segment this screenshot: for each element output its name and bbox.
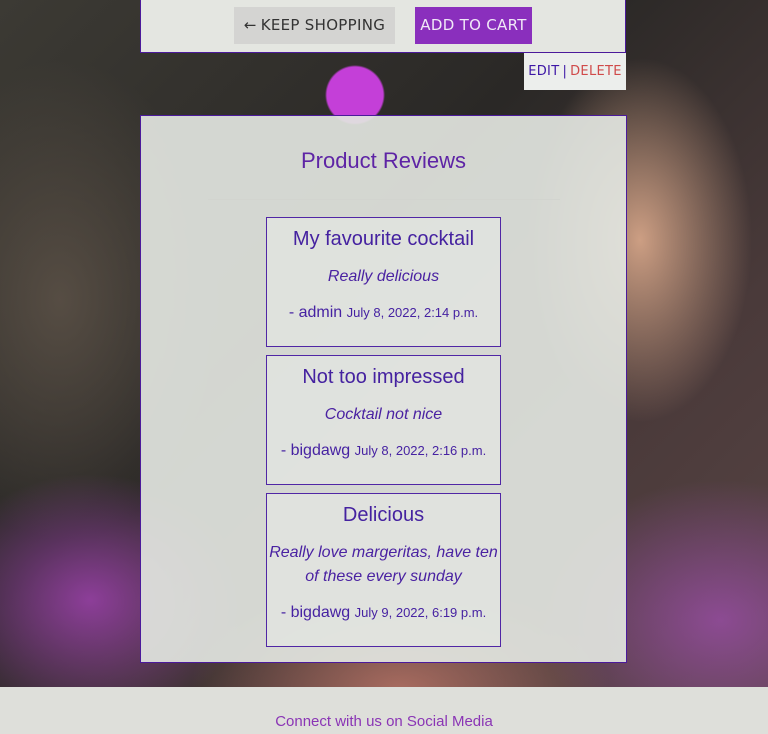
footer: Connect with us on Social Media [0,687,768,734]
author-prefix: - [288,304,299,321]
review-date: July 8, 2022, 2:16 p.m. [354,443,487,458]
reviews-title: Product Reviews [300,148,467,173]
review-meta: - admin July 8, 2022, 2:14 p.m. [267,304,500,322]
reviews-panel: Product Reviews My favourite cocktail Re… [140,115,627,663]
review-meta: - bigdawg July 8, 2022, 2:16 p.m. [267,442,500,460]
review-card: My favourite cocktail Really delicious -… [266,217,501,347]
review-date: July 8, 2022, 2:14 p.m. [346,305,479,320]
keep-shopping-label: KEEP SHOPPING [260,16,386,34]
review-title: My favourite cocktail [292,228,475,250]
separator: | [562,64,568,79]
author-prefix: - [280,604,291,621]
review-body: Really love margeritas, have ten of thes… [269,544,498,585]
review-title: Delicious [342,504,425,526]
edit-link[interactable]: EDIT [528,64,559,79]
author-prefix: - [280,442,291,459]
review-meta: - bigdawg July 9, 2022, 6:19 p.m. [267,604,500,622]
review-card: Delicious Really love margeritas, have t… [266,493,501,647]
review-date: July 9, 2022, 6:19 p.m. [354,605,487,620]
review-author: bigdawg [290,442,351,459]
admin-actions: EDIT | DELETE [524,53,626,90]
add-to-cart-button[interactable]: ADD TO CART [415,7,532,44]
review-body: Cocktail not nice [324,406,443,423]
keep-shopping-button[interactable]: ← KEEP SHOPPING [234,7,395,44]
review-author: admin [298,304,343,321]
delete-link[interactable]: DELETE [570,64,622,79]
social-media-heading: Connect with us on Social Media [275,713,493,730]
review-card: Not too impressed Cocktail not nice - bi… [266,355,501,485]
product-actions-panel: ← KEEP SHOPPING ADD TO CART [140,0,626,53]
arrow-left-icon: ← [243,16,257,34]
review-title: Not too impressed [302,366,465,388]
divider [208,199,560,200]
review-body: Really delicious [327,268,440,285]
review-author: bigdawg [290,604,351,621]
